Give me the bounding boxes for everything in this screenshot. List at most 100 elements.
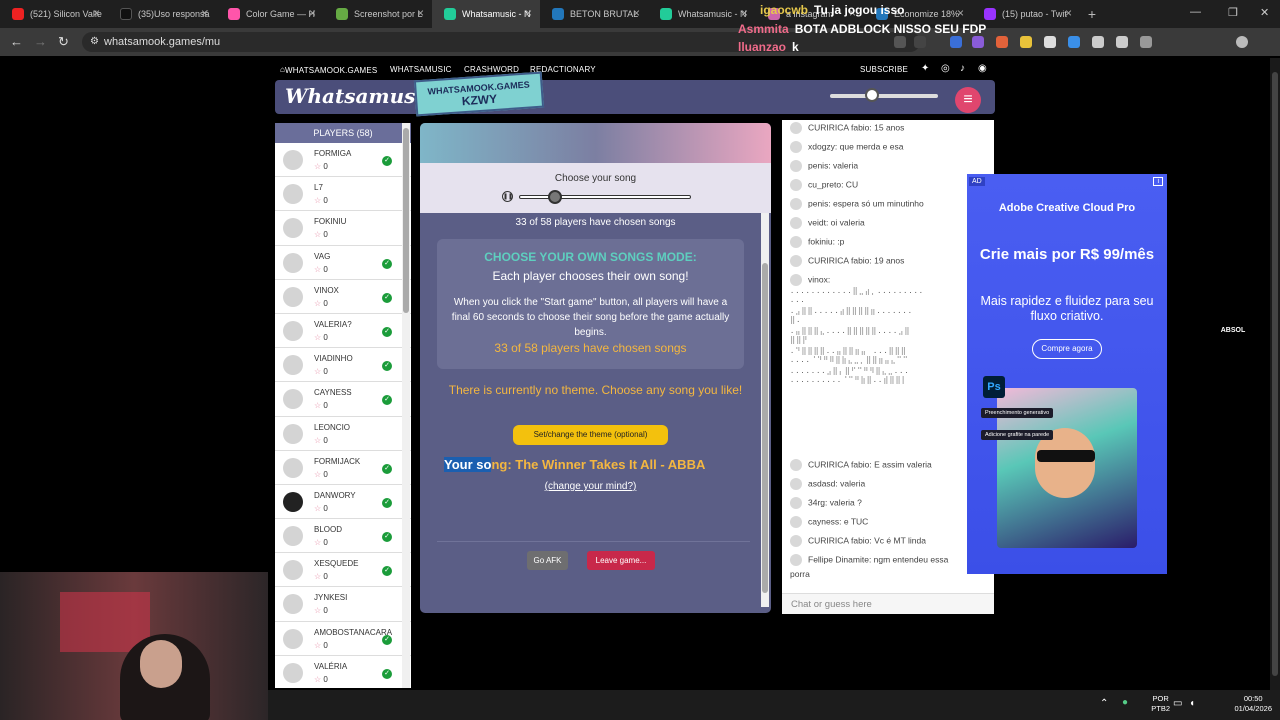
restore-icon[interactable]: ❐ <box>1228 6 1238 19</box>
player-row[interactable]: FOKINIU ☆ 0 <box>275 211 411 246</box>
extension-icon[interactable] <box>1044 36 1056 48</box>
players-scroll-thumb[interactable] <box>403 128 409 313</box>
go-afk-button[interactable]: Go AFK <box>527 551 568 570</box>
player-row[interactable]: VALERIA? ☆ 0 ✓ <box>275 314 411 349</box>
browser-tab[interactable]: (15) putao - Twit × <box>972 0 1080 28</box>
player-row[interactable]: FORMIJACK ☆ 0 ✓ <box>275 451 411 485</box>
player-row[interactable]: VINOX ☆ 0 ✓ <box>275 280 411 314</box>
star-icon: ☆ <box>314 503 322 513</box>
volume-knob[interactable] <box>865 88 879 102</box>
chat-message: CURIRICA fabio: 19 anos <box>790 255 904 267</box>
home-link[interactable]: ⌂ WHATSAMOOK.GAMES <box>280 65 377 75</box>
player-row[interactable]: CAYNESS ☆ 0 ✓ <box>275 382 411 417</box>
subscribe-link[interactable]: SUBSCRIBE <box>860 65 908 74</box>
volume-slider[interactable] <box>830 88 938 102</box>
browser-tab[interactable]: Color Game — H × <box>216 0 324 28</box>
extension-icon[interactable] <box>972 36 984 48</box>
close-tab-icon[interactable]: × <box>1065 6 1072 20</box>
tray-chevron-icon[interactable]: ⌃ <box>1100 698 1108 709</box>
chat-message-text: CURIRICA fabio: Vc é MT linda <box>808 535 926 546</box>
forward-icon[interactable]: → <box>34 34 47 49</box>
tab-label: (35)Uso responsá <box>138 9 210 19</box>
extension-icon[interactable] <box>1116 36 1128 48</box>
language-indicator[interactable]: POR PTB2 <box>1151 694 1170 714</box>
close-tab-icon[interactable]: × <box>201 6 208 20</box>
close-window-icon[interactable]: ✕ <box>1260 6 1269 19</box>
volume-icon[interactable]: ◖ <box>1189 698 1195 709</box>
page-scrollbar[interactable] <box>1270 58 1280 690</box>
discord-icon[interactable]: ◉ <box>978 63 987 74</box>
browser-tab[interactable]: Screenshot por L × <box>324 0 432 28</box>
browser-tab[interactable]: BETON BRUTAL × <box>540 0 648 28</box>
player-score: ☆ 0 <box>314 641 328 650</box>
hamburger-menu-button[interactable]: ≡ <box>955 87 981 113</box>
player-row[interactable]: AMOBOSTANACARA ☆ 0 ✓ <box>275 622 411 656</box>
browser-tab[interactable]: (521) Silicon Valle × <box>0 0 108 28</box>
ad-sunglasses <box>1037 450 1095 462</box>
extension-icon[interactable] <box>950 36 962 48</box>
extension-icon[interactable] <box>1092 36 1104 48</box>
instagram-icon[interactable]: ◎ <box>941 63 950 74</box>
close-tab-icon[interactable]: × <box>417 6 424 20</box>
crashword-link[interactable]: CRASHWORD <box>464 65 519 74</box>
star-icon[interactable] <box>914 36 926 48</box>
close-tab-icon[interactable]: × <box>93 6 100 20</box>
minimize-icon[interactable]: — <box>1190 6 1201 18</box>
ad-info-icon[interactable]: i <box>1153 177 1163 186</box>
player-row[interactable]: FORMIGA ☆ 0 ✓ <box>275 143 411 178</box>
players-scrollbar[interactable] <box>402 123 410 688</box>
extension-icon[interactable] <box>1068 36 1080 48</box>
adobe-ad[interactable]: AD i Adobe Creative Cloud Pro Crie mais … <box>967 174 1167 574</box>
player-row[interactable]: VALÉRIA ☆ 0 ✓ <box>275 656 411 688</box>
close-tab-icon[interactable]: × <box>309 6 316 20</box>
player-row[interactable]: VAG ☆ 0 ✓ <box>275 246 411 280</box>
whatsamusic-link[interactable]: WHATSAMUSIC <box>390 65 452 74</box>
close-tab-icon[interactable]: × <box>957 6 964 20</box>
game-scrollbar[interactable] <box>761 213 769 607</box>
pause-icon[interactable]: ❚❚ <box>502 191 513 202</box>
new-tab-button[interactable]: + <box>1080 0 1104 28</box>
leave-game-button[interactable]: Leave game... <box>587 551 655 570</box>
player-avatar <box>283 286 303 307</box>
browser-tab[interactable]: (35)Uso responsá × <box>108 0 216 28</box>
song-progress-knob[interactable] <box>548 190 562 204</box>
extension-icon[interactable] <box>996 36 1008 48</box>
reload-icon[interactable]: ↻ <box>58 34 69 50</box>
network-icon[interactable]: ▭ <box>1173 698 1182 709</box>
mic-icon[interactable]: ● <box>1122 697 1128 708</box>
tiktok-icon[interactable]: ♪ <box>960 63 965 74</box>
player-row[interactable]: BLOOD ☆ 0 ✓ <box>275 519 411 554</box>
player-row[interactable]: LEONCIO ☆ 0 <box>275 417 411 451</box>
chat-input[interactable]: Chat or guess here <box>782 593 994 614</box>
ad-feature-label: Preenchimento generativo <box>981 408 1054 418</box>
translate-icon[interactable] <box>894 36 906 48</box>
player-name: VINOX <box>314 285 339 295</box>
chat-message-text: CURIRICA fabio: E assim valeria <box>808 459 932 470</box>
profile-icon[interactable] <box>1236 36 1248 48</box>
song-progress-bar[interactable] <box>519 190 691 204</box>
set-theme-button[interactable]: Set/change the theme (optional) <box>513 425 668 445</box>
player-row[interactable]: XESQUEDE ☆ 0 ✓ <box>275 553 411 588</box>
close-tab-icon[interactable]: × <box>741 6 748 20</box>
mode-title: CHOOSE YOUR OWN SONGS MODE: <box>484 250 697 264</box>
twitter-icon[interactable]: ✦ <box>921 63 930 74</box>
game-scroll-thumb[interactable] <box>762 263 768 593</box>
extensions-puzzle-icon[interactable] <box>1140 36 1152 48</box>
chat-message-text: asdasd: valeria <box>808 478 866 489</box>
player-row[interactable]: L7 ☆ 0 <box>275 177 411 212</box>
player-row[interactable]: DANWORY ☆ 0 ✓ <box>275 485 411 520</box>
player-row[interactable]: JYNKESI ☆ 0 <box>275 587 411 622</box>
back-icon[interactable]: ← <box>10 34 23 49</box>
chosen-check-icon: ✓ <box>382 497 392 508</box>
chosen-check-icon: ✓ <box>382 395 392 406</box>
change-mind-link[interactable]: (change your mind?) <box>420 481 761 492</box>
browser-tab-active[interactable]: Whatsamusic - N × <box>432 0 540 28</box>
extension-icon[interactable] <box>1020 36 1032 48</box>
page-scroll-thumb[interactable] <box>1272 72 1278 676</box>
close-tab-icon[interactable]: × <box>633 6 640 20</box>
close-tab-icon[interactable]: × <box>525 6 532 20</box>
site-info-icon[interactable]: ⚙ <box>90 36 99 47</box>
ad-buy-button[interactable]: Compre agora <box>1032 339 1102 359</box>
clock[interactable]: 00:50 01/04/2026 <box>1234 694 1272 714</box>
player-row[interactable]: VIADINHO ☆ 0 ✓ <box>275 348 411 383</box>
